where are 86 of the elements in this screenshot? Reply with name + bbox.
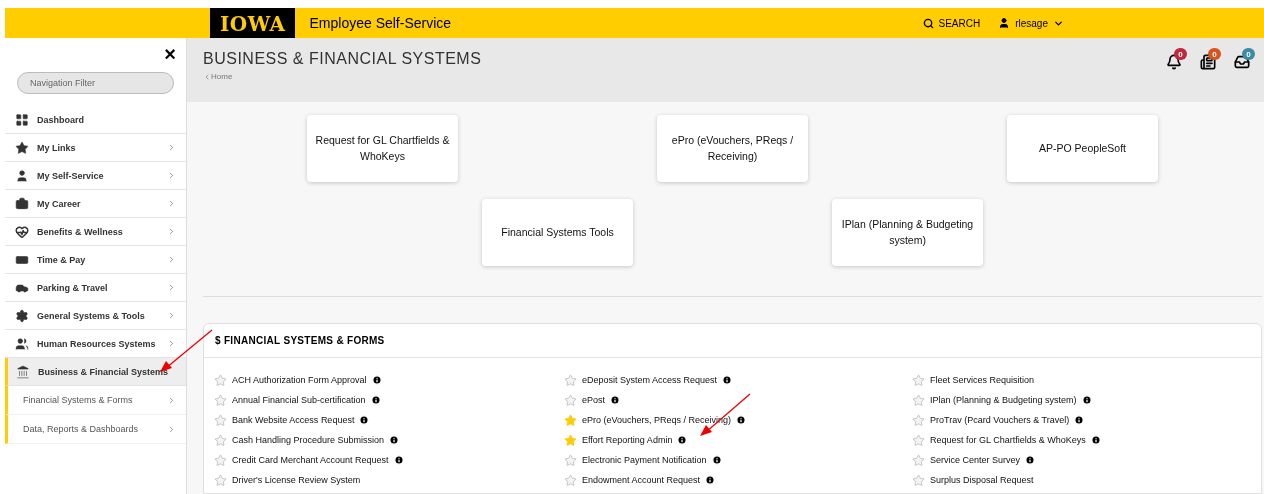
user-menu[interactable]: rlesage (998, 17, 1064, 29)
favorite-star-icon[interactable] (564, 413, 577, 427)
sidebar-item-icon (15, 224, 29, 239)
form-link[interactable]: Credit Card Merchant Account Request (232, 455, 389, 465)
favorite-star-icon[interactable] (564, 453, 577, 467)
info-icon[interactable] (393, 455, 404, 465)
sidebar-item-icon (15, 196, 29, 211)
info-icon[interactable] (711, 455, 722, 465)
section-title: $ FINANCIAL SYSTEMS & FORMS (204, 324, 1261, 358)
info-icon[interactable] (736, 415, 747, 425)
page-title: BUSINESS & FINANCIAL SYSTEMS (203, 50, 482, 68)
app-tile[interactable]: ePro (eVouchers, PReqs / Receiving) (657, 115, 808, 182)
info-icon[interactable] (705, 475, 716, 485)
info-icon[interactable] (389, 435, 400, 445)
search-icon (922, 17, 934, 29)
chevron-icon (167, 424, 176, 434)
chevron-icon (167, 395, 176, 405)
form-link[interactable]: ACH Authorization Form Approval (232, 375, 367, 385)
favorite-star-icon[interactable] (214, 413, 227, 427)
app-tile[interactable]: IPlan (Planning & Budgeting system) (832, 199, 983, 266)
form-link[interactable]: Electronic Payment Notification (582, 455, 707, 465)
form-link[interactable]: Cash Handling Procedure Submission (232, 435, 385, 445)
favorite-star-icon[interactable] (912, 433, 925, 447)
form-link[interactable]: Annual Financial Sub-certification (232, 395, 366, 405)
form-link[interactable]: ePost (582, 395, 605, 405)
sidebar-item-icon (15, 168, 29, 183)
form-link[interactable]: Endowment Account Request (582, 475, 701, 485)
form-link[interactable]: Driver's License Review System (232, 475, 361, 485)
favorite-star-icon[interactable] (564, 393, 577, 407)
favorite-star-icon[interactable] (214, 393, 227, 407)
back-chevron-icon (203, 72, 211, 81)
info-icon[interactable] (1090, 435, 1101, 445)
info-icon[interactable] (1074, 415, 1085, 425)
info-icon[interactable] (371, 375, 382, 385)
iowa-logo[interactable]: IOWA (210, 8, 296, 40)
form-link[interactable]: Surplus Disposal Request (930, 475, 1034, 485)
sidebar-item[interactable]: Business & Financial Systems (5, 358, 186, 386)
inbox-icon[interactable] (1234, 54, 1250, 70)
favorite-star-icon[interactable] (214, 473, 227, 487)
breadcrumb-link[interactable]: Home (203, 72, 482, 81)
form-link[interactable]: Bank Website Access Request (232, 415, 355, 425)
app-tile[interactable]: AP-PO PeopleSoft (1007, 115, 1158, 182)
favorite-star-icon[interactable] (214, 373, 227, 387)
form-link[interactable]: eDeposit System Access Request (582, 375, 718, 385)
count-badge: 0 (1174, 48, 1187, 60)
favorite-star-icon[interactable] (564, 373, 577, 387)
form-link[interactable]: Service Center Survey (930, 455, 1021, 465)
sidebar-item-icon (15, 336, 29, 351)
close-icon[interactable]: × (164, 44, 176, 64)
favorite-star-icon[interactable] (214, 433, 227, 447)
sidebar-subitem[interactable]: Financial Systems & Forms (5, 386, 186, 415)
info-icon[interactable] (1025, 455, 1036, 465)
count-badge: 0 (1242, 48, 1255, 60)
info-icon[interactable] (1081, 395, 1092, 405)
form-link[interactable]: ProTrav (Pcard Vouchers & Travel) (930, 415, 1070, 425)
count-badge: 0 (1208, 48, 1221, 60)
form-link[interactable]: Fleet Services Requisition (930, 375, 1035, 385)
app-tile[interactable]: Request for GL Chartfields & WhoKeys (307, 115, 458, 182)
app-title: Employee Self-Service (309, 15, 452, 31)
info-icon[interactable] (610, 395, 620, 405)
search-link[interactable]: SEARCH (922, 17, 981, 29)
sidebar-subitem[interactable]: Data, Reports & Dashboards (5, 415, 186, 444)
sidebar-item-icon (15, 112, 29, 127)
form-link[interactable]: Request for GL Chartfields & WhoKeys (930, 435, 1086, 445)
info-icon[interactable] (677, 435, 688, 445)
info-icon[interactable] (359, 415, 370, 425)
favorite-star-icon[interactable] (912, 393, 925, 407)
newspaper-icon[interactable] (1200, 54, 1216, 70)
bell-icon[interactable] (1166, 54, 1182, 70)
sidebar-item-icon (16, 364, 30, 379)
info-icon[interactable] (370, 395, 381, 405)
form-link[interactable]: IPlan (Planning & Budgeting system) (930, 395, 1077, 405)
favorite-star-icon[interactable] (912, 413, 925, 427)
navigation-filter-field[interactable]: Navigation Filter (17, 72, 174, 94)
sidebar-item-icon (15, 140, 29, 155)
favorite-star-icon[interactable] (912, 373, 925, 387)
favorite-star-icon[interactable] (912, 473, 925, 487)
favorite-star-icon[interactable] (564, 473, 577, 487)
favorite-star-icon[interactable] (912, 453, 925, 467)
favorite-star-icon[interactable] (564, 433, 577, 447)
form-link[interactable]: Effort Reporting Admin (582, 435, 673, 445)
app-tile[interactable]: Financial Systems Tools (482, 199, 633, 266)
user-icon (998, 17, 1011, 29)
sidebar-item-icon (15, 308, 29, 323)
favorite-star-icon[interactable] (214, 453, 227, 467)
info-icon[interactable] (722, 375, 733, 385)
